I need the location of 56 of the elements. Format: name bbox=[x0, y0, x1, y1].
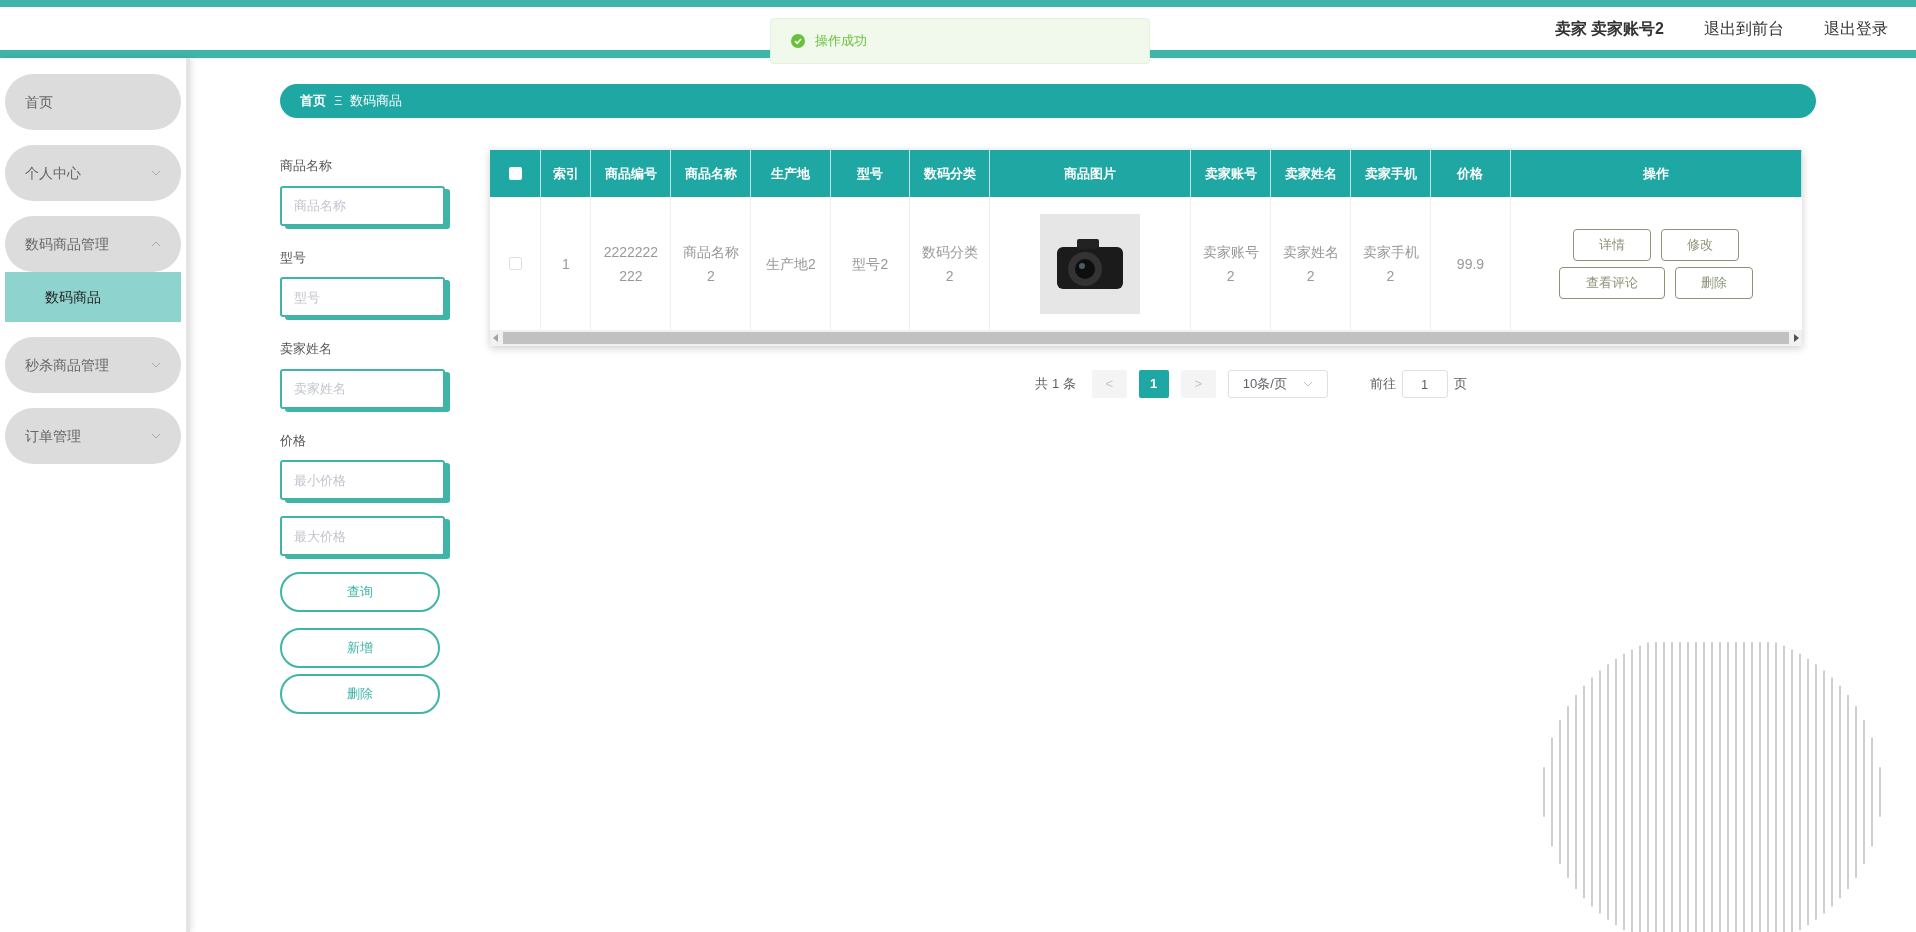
breadcrumb-item[interactable]: 数码商品 bbox=[350, 91, 403, 111]
sidebar-item[interactable]: 首页 bbox=[5, 74, 181, 130]
table-cell-text: 卖家账号2 bbox=[1201, 242, 1260, 286]
scroll-right-icon[interactable] bbox=[1793, 334, 1799, 342]
sidebar-item[interactable]: 数码商品管理 bbox=[5, 216, 181, 272]
goto-page-input[interactable]: 1 bbox=[1401, 370, 1448, 398]
chevron-down-icon bbox=[151, 170, 161, 176]
filter-button[interactable]: 删除 bbox=[280, 674, 440, 714]
row-checkbox[interactable] bbox=[508, 257, 522, 270]
sidebar-item[interactable]: 个人中心 bbox=[5, 145, 181, 201]
action-button[interactable]: 详情 bbox=[1573, 228, 1652, 261]
chevron-down-icon bbox=[151, 433, 161, 439]
input-field[interactable]: 商品名称 bbox=[280, 185, 445, 226]
select-all-checkbox[interactable] bbox=[508, 167, 522, 180]
table-cell-text: 2222222222 bbox=[602, 242, 660, 286]
breadcrumb-item[interactable]: 首页 bbox=[300, 91, 326, 111]
chevron-down-icon bbox=[1302, 381, 1313, 387]
header-link[interactable]: 退出到前台 bbox=[1704, 16, 1784, 41]
field-label: 型号 bbox=[280, 248, 307, 267]
chevron-down-icon bbox=[151, 362, 161, 368]
table-cell-text: 型号2 bbox=[852, 254, 889, 274]
table-cell-text: 卖家姓名2 bbox=[1281, 242, 1340, 286]
table-cell-text: 数码分类2 bbox=[920, 242, 979, 286]
page-size-select[interactable]: 10条/页 bbox=[1227, 370, 1328, 398]
input-field[interactable]: 卖家姓名 bbox=[280, 368, 445, 409]
action-button[interactable]: 修改 bbox=[1661, 228, 1740, 261]
field-label: 商品名称 bbox=[280, 157, 333, 175]
breadcrumb-separator: Ξ bbox=[334, 92, 343, 111]
sidebar-item[interactable]: 订单管理 bbox=[5, 408, 181, 464]
table-cell-text: 生产地2 bbox=[765, 254, 816, 274]
input-field[interactable]: 最小价格 bbox=[280, 460, 445, 500]
horizontal-scrollbar[interactable] bbox=[490, 330, 1802, 346]
input-field[interactable]: 最大价格 bbox=[280, 516, 445, 556]
toast-message: 操作成功 bbox=[815, 32, 867, 51]
action-button[interactable]: 删除 bbox=[1675, 266, 1754, 299]
table-cell-text: 商品名称2 bbox=[681, 242, 740, 286]
table-cell-text: 99.9 bbox=[1456, 254, 1485, 274]
action-button[interactable]: 查看评论 bbox=[1559, 266, 1666, 299]
header-link[interactable]: 退出登录 bbox=[1824, 16, 1888, 41]
page-button[interactable]: 1 bbox=[1138, 370, 1169, 398]
filter-button[interactable]: 新增 bbox=[280, 628, 440, 668]
sidebar-subitem[interactable]: 数码商品 bbox=[5, 272, 181, 322]
chevron-up-icon bbox=[151, 241, 161, 247]
sidebar-item[interactable]: 秒杀商品管理 bbox=[5, 337, 181, 393]
filter-button[interactable]: 查询 bbox=[280, 572, 440, 612]
scroll-left-icon[interactable] bbox=[493, 334, 499, 342]
field-label: 价格 bbox=[280, 431, 307, 450]
goto-suffix: 页 bbox=[1453, 375, 1467, 394]
total-count: 共 1 条 bbox=[1035, 375, 1076, 394]
user-label: 卖家 卖家账号2 bbox=[1554, 18, 1664, 39]
goto-label: 前往 bbox=[1369, 375, 1396, 394]
table-cell-text: 1 bbox=[562, 254, 570, 274]
field-label: 卖家姓名 bbox=[280, 340, 333, 358]
input-field[interactable]: 型号 bbox=[280, 277, 445, 317]
success-check-icon bbox=[791, 34, 805, 48]
table-cell-text: 卖家手机2 bbox=[1361, 242, 1420, 286]
